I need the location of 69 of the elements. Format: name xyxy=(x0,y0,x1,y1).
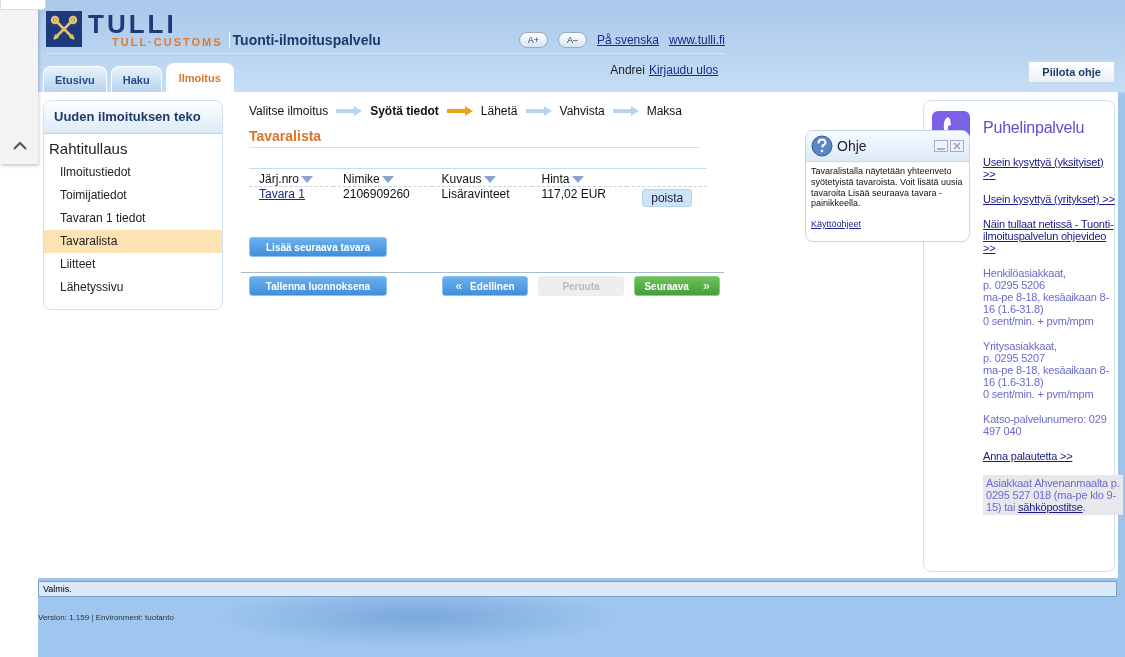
user-name: Andrei xyxy=(610,63,645,77)
contact-info-text: Henkilöasiakkaat, xyxy=(983,267,1067,279)
sidebar-item[interactable]: Lähetyssivu xyxy=(44,276,222,299)
column-header[interactable]: Nimike xyxy=(343,172,394,186)
nav-tab[interactable]: Haku xyxy=(110,66,162,92)
popup-title: Ohje xyxy=(837,138,867,154)
section-title: Tavaralista xyxy=(249,128,699,148)
instructions-link[interactable]: Käyttöohjeet xyxy=(811,219,862,230)
logout-link[interactable]: Kirjaudu ulos xyxy=(648,63,719,77)
table-cell: Lisäravinteet xyxy=(441,187,510,201)
help-icon xyxy=(811,135,833,157)
step-label: Vahvista xyxy=(559,104,605,118)
help-link[interactable]: Usein kysyttyä (yksityiset) >> xyxy=(983,156,1118,180)
close-icon[interactable] xyxy=(950,140,964,152)
contact-info-text: ma-pe 8-18, kesäaikaan 8-16 (1.6-31.8) xyxy=(983,364,1110,388)
delete-button[interactable]: poista xyxy=(642,189,693,207)
panel-title: Puhelinpalvelu xyxy=(983,119,1085,137)
help-link[interactable]: Anna palautetta >> xyxy=(983,450,1118,462)
contact-note: Asiakkaat Ahvenanmaalta p. 0295 527 018 (ma-pe klo 9-15) tai sähköpostitse. xyxy=(983,475,1123,515)
sidebar-title: Uuden ilmoituksen teko xyxy=(44,101,222,134)
step-label: Syötä tiedot xyxy=(370,104,439,118)
sidebar-item[interactable]: Tavaralista xyxy=(44,230,222,253)
contact-info-text: 0 sent/min. + pvm/mpm xyxy=(983,388,1095,400)
contact-info-text: Katso-palvelunumero: 029 497 040 xyxy=(983,413,1108,437)
step-arrow-icon xyxy=(336,106,363,116)
column-header[interactable]: Järj.nro xyxy=(259,172,313,186)
nav-tab[interactable]: Etusivu xyxy=(43,66,107,92)
font-size-button[interactable]: A+ xyxy=(518,32,548,48)
status-text: Valmis. xyxy=(43,584,72,594)
step-arrow-icon xyxy=(446,106,473,116)
item-link[interactable]: Tavara 1 xyxy=(259,187,306,201)
logo-subtitle: TULL·CUSTOMS xyxy=(112,37,223,48)
sidebar-item[interactable]: Ilmoitustiedot xyxy=(44,161,222,184)
header-link[interactable]: På svenska xyxy=(596,33,659,47)
help-link[interactable]: Näin tullaat netissä - Tuonti-ilmoituspalvelun ohjevideo >> xyxy=(983,218,1118,254)
step-label: Maksa xyxy=(646,104,682,118)
sidebar-section: Rahtitullaus xyxy=(44,134,222,161)
sort-arrow-icon[interactable] xyxy=(483,175,496,183)
step-arrow-icon xyxy=(612,106,639,116)
sidebar-item[interactable]: Tavaran 1 tiedot xyxy=(44,207,222,230)
sidebar-item[interactable]: Liitteet xyxy=(44,253,222,276)
table-cell: 2106909260 xyxy=(343,187,410,201)
contact-info-text: ma-pe 8-18, kesäaikaan 8-16 (1.6-31.8) xyxy=(983,291,1110,315)
sort-arrow-icon[interactable] xyxy=(381,175,394,183)
column-header[interactable]: Hinta xyxy=(541,172,584,186)
font-size-button[interactable]: A– xyxy=(557,32,587,48)
sidebar-item[interactable]: Toimijatiedot xyxy=(44,184,222,207)
sort-arrow-icon[interactable] xyxy=(301,175,313,183)
column-header[interactable]: Kuvaus xyxy=(441,172,496,186)
contact-info-text: 0 sent/min. + pvm/mpm xyxy=(983,315,1095,327)
chevron-up-icon[interactable] xyxy=(13,141,27,150)
minimize-icon[interactable] xyxy=(934,140,948,152)
help-text: Tavaralistalla näytetään yhteenveto syötetyistä tavaroista. Voit lisätä uusia tavaroita Lisää seuraava tavara -painikkeella. xyxy=(810,165,964,211)
crossed-keys-logo-icon xyxy=(46,11,82,47)
service-name: Tuonti-ilmoituspalvelu xyxy=(228,32,381,48)
hide-help-button[interactable]: Piilota ohje xyxy=(1028,61,1115,83)
email-link[interactable]: sähköpostitse xyxy=(1018,501,1083,513)
contact-info-text: p. 0295 5206 xyxy=(983,279,1046,291)
logo-title: TULLI xyxy=(88,11,177,37)
step-label: Lähetä xyxy=(480,104,518,118)
step-arrow-icon xyxy=(525,106,552,116)
contact-info-text: p. 0295 5207 xyxy=(983,352,1046,364)
step-label: Valitse ilmoitus xyxy=(249,104,329,118)
help-link[interactable]: Usein kysyttyä (yritykset) >> xyxy=(983,193,1118,205)
version-text: Version: 1.159 | Environment: tuotanto xyxy=(38,613,174,622)
header-link[interactable]: www.tulli.fi xyxy=(669,33,725,47)
sort-arrow-icon[interactable] xyxy=(571,175,584,183)
contact-info-text: Yritysasiakkaat, xyxy=(983,340,1058,352)
table-cell: 117,02 EUR xyxy=(541,187,606,201)
